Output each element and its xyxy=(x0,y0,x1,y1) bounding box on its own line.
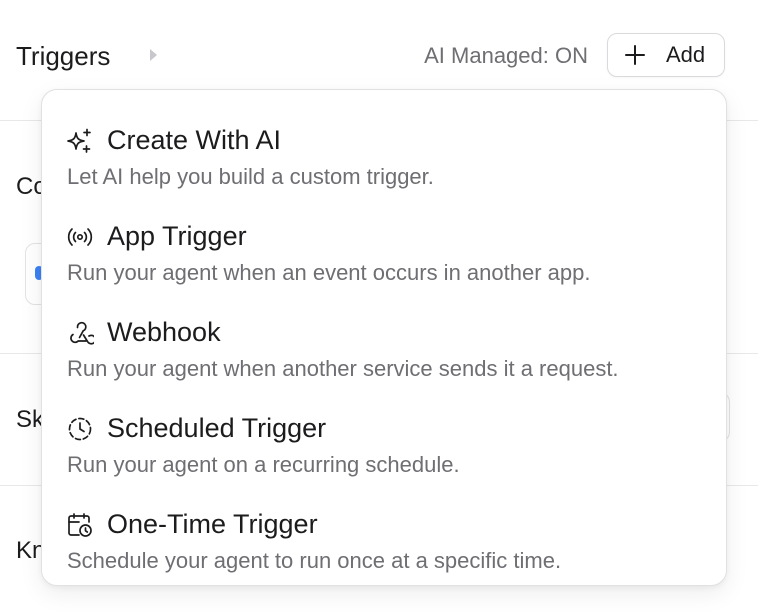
menu-item-description: Run your agent on a recurring schedule. xyxy=(67,452,460,477)
menu-item-app-trigger[interactable]: App Trigger Run your agent when an event… xyxy=(42,196,726,292)
broadcast-icon xyxy=(66,223,94,251)
menu-item-description: Schedule your agent to run once at a spe… xyxy=(67,548,562,573)
menu-item-scheduled-trigger[interactable]: Scheduled Trigger Run your agent on a re… xyxy=(42,388,726,484)
ai-managed-status: AI Managed: ON xyxy=(424,43,588,68)
menu-item-description: Run your agent when another service send… xyxy=(67,356,619,381)
calendar-clock-icon xyxy=(66,511,94,539)
page: Triggers AI Managed: ON Add Co Sk Kn Cre… xyxy=(0,0,758,612)
add-button-label: Add xyxy=(666,42,706,67)
background-section-label: Sk xyxy=(16,406,45,433)
menu-item-title: One-Time Trigger xyxy=(107,509,318,539)
menu-item-title: Scheduled Trigger xyxy=(107,413,327,443)
add-trigger-button[interactable]: Add xyxy=(607,33,725,77)
menu-item-description: Run your agent when an event occurs in a… xyxy=(67,260,591,285)
chevron-right-icon[interactable] xyxy=(146,46,160,64)
clock-dashed-icon xyxy=(66,415,94,443)
menu-item-create-with-ai[interactable]: Create With AI Let AI help you build a c… xyxy=(42,100,726,196)
section-title: Triggers xyxy=(16,41,111,71)
menu-item-title: Create With AI xyxy=(107,125,282,155)
menu-item-title: Webhook xyxy=(107,317,221,347)
menu-item-one-time-trigger[interactable]: One-Time Trigger Schedule your agent to … xyxy=(42,484,726,580)
webhook-icon xyxy=(66,319,94,347)
sparkles-icon xyxy=(66,127,94,155)
menu-item-description: Let AI help you build a custom trigger. xyxy=(67,164,434,189)
menu-item-title: App Trigger xyxy=(107,221,247,251)
add-trigger-menu: Create With AI Let AI help you build a c… xyxy=(41,89,727,586)
plus-icon xyxy=(624,44,646,66)
menu-item-webhook[interactable]: Webhook Run your agent when another serv… xyxy=(42,292,726,388)
